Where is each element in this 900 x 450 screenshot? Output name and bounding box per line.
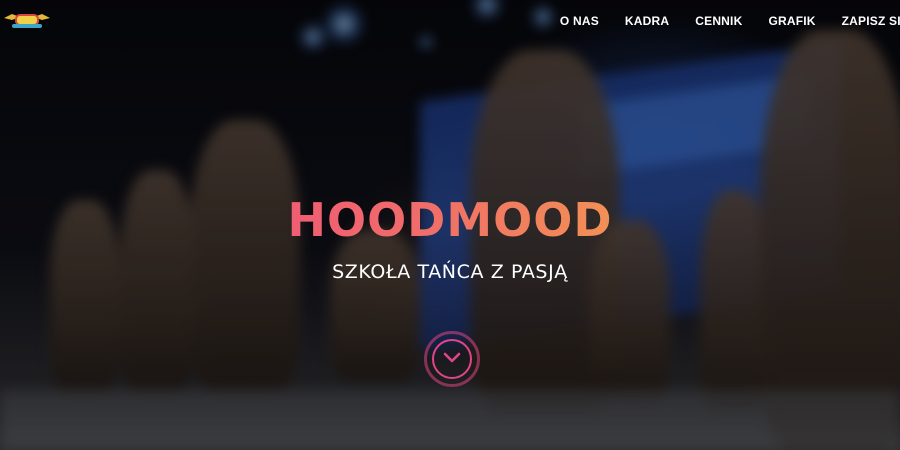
- nav-link-grafik[interactable]: GRAFIK: [755, 12, 828, 30]
- nav-link-kadra[interactable]: KADRA: [612, 12, 682, 30]
- nav-link-o-nas[interactable]: O NAS: [547, 12, 612, 30]
- main-nav: O NAS KADRA CENNIK GRAFIK ZAPISZ SIĘ: [547, 12, 900, 30]
- chevron-down-icon: [442, 350, 462, 369]
- hero-section: O NAS KADRA CENNIK GRAFIK ZAPISZ SIĘ HOO…: [0, 0, 900, 450]
- hero-subtitle: SZKOŁA TAŃCA Z PASJĄ: [332, 261, 568, 283]
- nav-link-cennik[interactable]: CENNIK: [682, 12, 755, 30]
- hero-title: HOODMOOD: [0, 192, 900, 248]
- scroll-down-button[interactable]: [424, 331, 480, 387]
- hoodmood-logo-icon[interactable]: [2, 8, 52, 32]
- nav-link-zapisz-sie[interactable]: ZAPISZ SIĘ: [829, 12, 900, 30]
